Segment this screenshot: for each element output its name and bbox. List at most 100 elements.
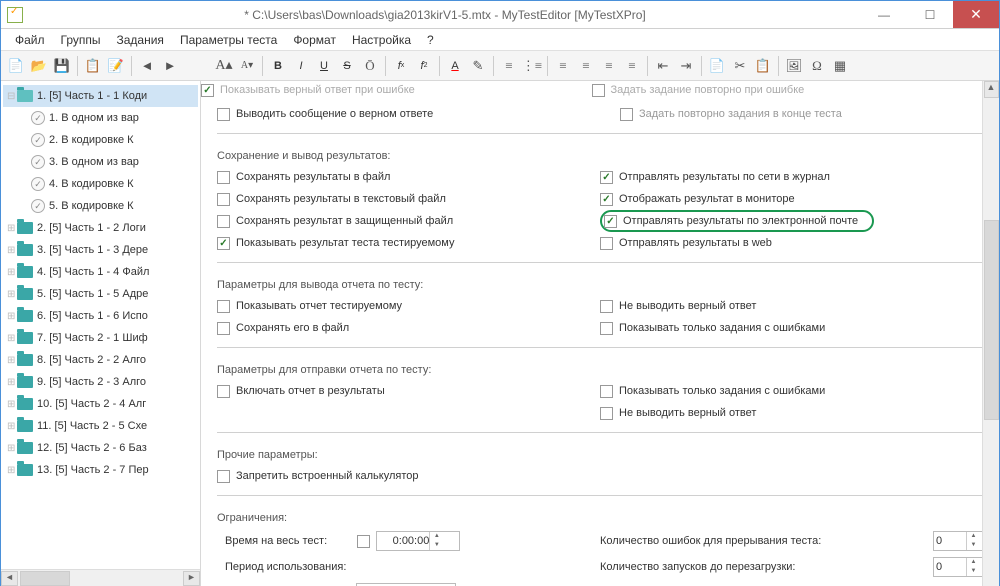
cb-repeat-task[interactable] [592, 84, 605, 97]
new-icon[interactable]: 📄 [5, 55, 27, 77]
tree-hscroll[interactable]: ◄ ► [1, 569, 200, 586]
tree-item[interactable]: ⊞8. [5] Часть 2 - 2 Алго [3, 349, 198, 371]
app-icon [7, 7, 23, 23]
align-right-icon[interactable]: ≡ [598, 55, 620, 77]
menu-tasks[interactable]: Задания [109, 30, 172, 50]
tree-child[interactable]: ✓4. В кодировке К [3, 173, 198, 195]
cb-only-errors2[interactable] [600, 385, 613, 398]
tree-item[interactable]: ⊞11. [5] Часть 2 - 5 Схе [3, 415, 198, 437]
content-vscroll[interactable]: ▲ [982, 81, 999, 586]
spinner-icon[interactable]: ▲▼ [966, 532, 980, 550]
overline-icon[interactable]: Ō [359, 55, 381, 77]
tb-paste-icon[interactable]: 📋 [752, 55, 774, 77]
menu-format[interactable]: Формат [285, 30, 344, 50]
indent-dec-icon[interactable]: ⇤ [652, 55, 674, 77]
tree[interactable]: ⊟1. [5] Часть 1 - 1 Коди ✓1. В одном из … [1, 81, 200, 569]
menu-settings[interactable]: Настройка [344, 30, 419, 50]
formula-icon[interactable]: fx [390, 55, 412, 77]
cb-only-errors[interactable] [600, 322, 613, 335]
prev-icon[interactable]: ◄ [136, 55, 158, 77]
tree-item[interactable]: ⊞9. [5] Часть 2 - 3 Алго [3, 371, 198, 393]
section-send-report: Параметры для отправки отчета по тесту: [217, 358, 983, 376]
cb-send-web[interactable] [600, 237, 613, 250]
cb-no-calc[interactable] [217, 470, 230, 483]
indent-inc-icon[interactable]: ⇥ [675, 55, 697, 77]
cb-msg-correct[interactable] [217, 108, 230, 121]
cb-hide-correct[interactable] [600, 300, 613, 313]
font-color-icon[interactable]: A [444, 55, 466, 77]
tree-item[interactable]: ⊞10. [5] Часть 2 - 4 Алг [3, 393, 198, 415]
font-dec-icon[interactable]: A▾ [236, 55, 258, 77]
tree-child[interactable]: ✓1. В одном из вар [3, 107, 198, 129]
scroll-thumb[interactable] [20, 571, 70, 586]
scroll-thumb[interactable] [984, 220, 999, 420]
maximize-button[interactable]: ☐ [907, 1, 953, 28]
highlight-icon[interactable]: ✎ [467, 55, 489, 77]
cut-icon[interactable]: ✂ [729, 55, 751, 77]
tb-copy-icon[interactable]: 📄 [706, 55, 728, 77]
spinner-icon[interactable]: ▲▼ [966, 558, 980, 576]
bold-icon[interactable]: B [267, 55, 289, 77]
cb-show-report[interactable] [217, 300, 230, 313]
cb-save-report[interactable] [217, 322, 230, 335]
spinner-icon[interactable]: ▲▼ [429, 532, 443, 550]
tree-item[interactable]: ⊞13. [5] Часть 2 - 7 Пер [3, 459, 198, 481]
strike-icon[interactable]: S [336, 55, 358, 77]
tree-child[interactable]: ✓5. В кодировке К [3, 195, 198, 217]
align-justify-icon[interactable]: ≡ [621, 55, 643, 77]
image-icon[interactable]: 🖼 [783, 55, 805, 77]
cb-save-txt[interactable] [217, 193, 230, 206]
errors-input[interactable]: ▲▼ [933, 531, 983, 551]
tree-item[interactable]: ⊞6. [5] Часть 1 - 6 Испо [3, 305, 198, 327]
list-num-icon[interactable]: ≡ [498, 55, 520, 77]
align-center-icon[interactable]: ≡ [575, 55, 597, 77]
cb-show-result[interactable] [217, 237, 230, 250]
scroll-left-icon[interactable]: ◄ [1, 571, 18, 586]
menu-help[interactable]: ? [419, 30, 442, 50]
save-icon[interactable]: 💾 [51, 55, 73, 77]
tree-root[interactable]: ⊟1. [5] Часть 1 - 1 Коди [3, 85, 198, 107]
tree-item[interactable]: ⊞3. [5] Часть 1 - 3 Дере [3, 239, 198, 261]
copy-icon[interactable]: 📋 [82, 55, 104, 77]
cb-save-file[interactable] [217, 171, 230, 184]
tree-item[interactable]: ⊞12. [5] Часть 2 - 6 Баз [3, 437, 198, 459]
align-left-icon[interactable]: ≡ [552, 55, 574, 77]
cb-show-correct[interactable] [201, 84, 214, 97]
tree-item[interactable]: ⊞2. [5] Часть 1 - 2 Логи [3, 217, 198, 239]
cb-save-secure[interactable] [217, 215, 230, 228]
minimize-button[interactable]: — [861, 1, 907, 28]
open-icon[interactable]: 📂 [28, 55, 50, 77]
italic-icon[interactable]: I [290, 55, 312, 77]
list-bul-icon[interactable]: ⋮≡ [521, 55, 543, 77]
tree-item[interactable]: ⊞4. [5] Часть 1 - 4 Файл [3, 261, 198, 283]
cb-send-email[interactable] [604, 215, 617, 228]
sup-icon[interactable]: f2 [413, 55, 435, 77]
symbol-icon[interactable]: Ω [806, 55, 828, 77]
cb-include-report[interactable] [217, 385, 230, 398]
toolbar: 📄 📂 💾 📋 📝 ◄ ► A▴ A▾ B I U S Ō fx f2 A ✎ … [1, 51, 999, 81]
close-button[interactable]: ✕ [953, 1, 999, 28]
cb-show-monitor[interactable] [600, 193, 613, 206]
time-input[interactable]: 0:00:00▲▼ [376, 531, 460, 551]
section-report: Параметры для вывода отчета по тесту: [217, 273, 983, 291]
tree-item[interactable]: ⊞5. [5] Часть 1 - 5 Адре [3, 283, 198, 305]
tree-child[interactable]: ✓2. В кодировке К [3, 129, 198, 151]
cb-hide-correct2[interactable] [600, 407, 613, 420]
menu-groups[interactable]: Группы [53, 30, 109, 50]
table-icon[interactable]: ▦ [829, 55, 851, 77]
runs-input[interactable]: ▲▼ [933, 557, 983, 577]
tree-item[interactable]: ⊞7. [5] Часть 2 - 1 Шиф [3, 327, 198, 349]
cb-time[interactable] [357, 535, 370, 548]
menu-file[interactable]: Файл [7, 30, 53, 50]
tree-child[interactable]: ✓3. В одном из вар [3, 151, 198, 173]
cb-send-net[interactable] [600, 171, 613, 184]
menu-test-params[interactable]: Параметры теста [172, 30, 285, 50]
menubar: Файл Группы Задания Параметры теста Форм… [1, 29, 999, 51]
scroll-right-icon[interactable]: ► [183, 571, 200, 586]
scroll-up-icon[interactable]: ▲ [984, 81, 999, 98]
underline-icon[interactable]: U [313, 55, 335, 77]
paste-icon[interactable]: 📝 [105, 55, 127, 77]
next-icon[interactable]: ► [159, 55, 181, 77]
font-inc-icon[interactable]: A▴ [213, 55, 235, 77]
cb-repeat-end[interactable] [620, 108, 633, 121]
